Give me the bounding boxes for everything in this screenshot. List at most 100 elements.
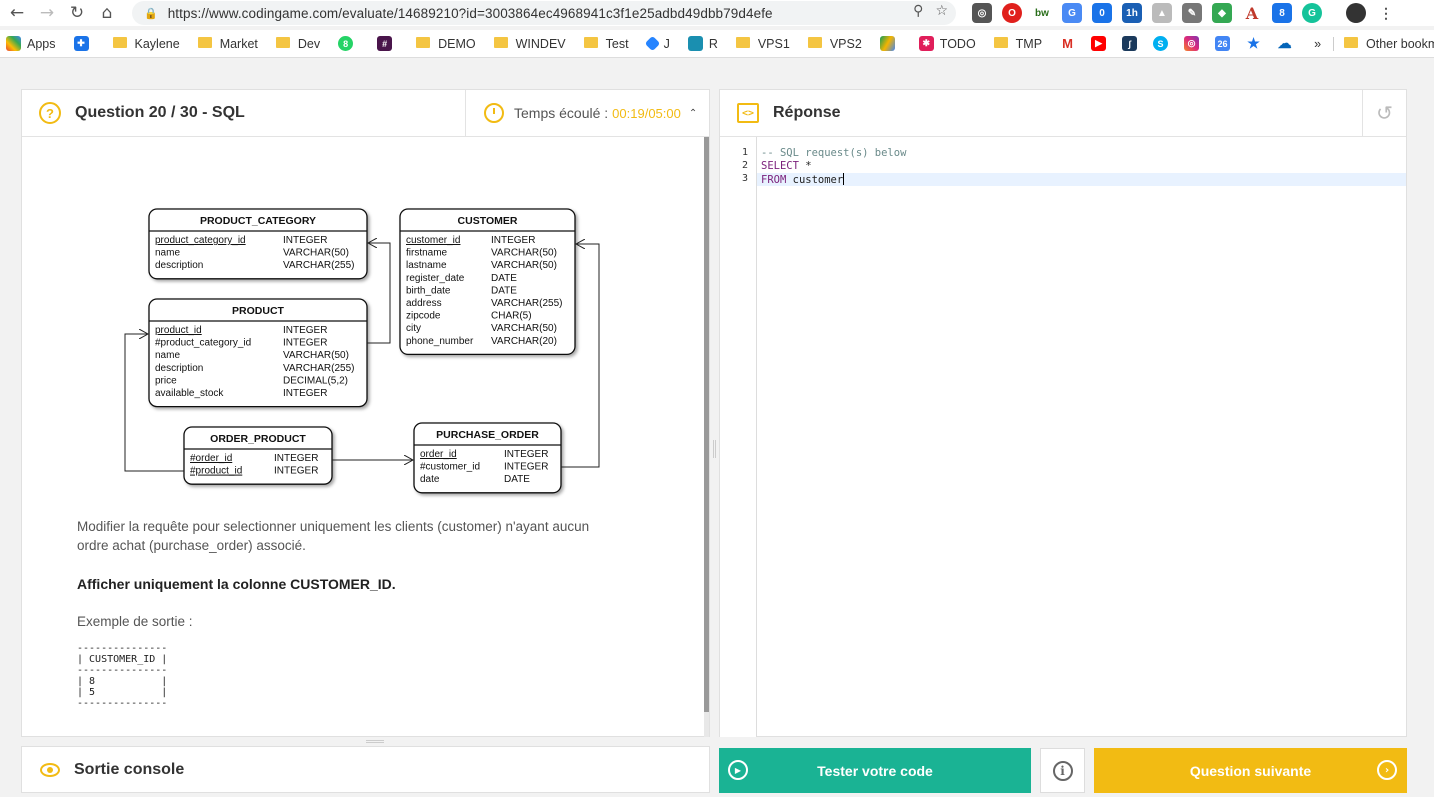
folder-icon bbox=[993, 37, 1008, 48]
jira-icon bbox=[644, 35, 660, 52]
erd-table-purchase-order: PURCHASE_ORDER order_id INTEGER #customer_i… bbox=[413, 422, 562, 494]
translate-icon[interactable]: G bbox=[1062, 3, 1082, 23]
bookmark-instagram[interactable]: ◎ bbox=[1184, 36, 1205, 51]
line-number: 2 bbox=[741, 160, 748, 171]
code-line[interactable]: SELECT * bbox=[761, 160, 812, 173]
next-question-button[interactable]: Question suivante › bbox=[1094, 748, 1407, 793]
extension-icon[interactable]: bw bbox=[1032, 3, 1052, 23]
bookmark-folder[interactable]: VPS1 bbox=[735, 37, 790, 51]
bookmark-other[interactable]: Other bookmarks bbox=[1333, 36, 1434, 51]
apps-grid-icon bbox=[6, 36, 21, 51]
erd-column-name: date bbox=[420, 474, 440, 485]
erd-column-type: INTEGER bbox=[504, 449, 548, 460]
info-button[interactable]: i bbox=[1040, 748, 1085, 793]
scrollbar[interactable] bbox=[704, 137, 709, 737]
scrollbar-thumb[interactable] bbox=[704, 137, 709, 712]
bookmark-jira[interactable]: J bbox=[644, 35, 670, 52]
erd-column-name: customer_id bbox=[406, 235, 460, 246]
bookmark-slack[interactable]: # bbox=[377, 36, 398, 51]
opera-icon[interactable]: O bbox=[1002, 3, 1022, 23]
example-label: Exemple de sortie : bbox=[77, 614, 193, 629]
bookmark-extension[interactable]: ✚ bbox=[73, 36, 95, 51]
question-description-line2: ordre achat (purchase_order) associé. bbox=[77, 538, 306, 553]
folder-icon bbox=[493, 37, 508, 48]
extension-icon[interactable]: ◆ bbox=[1212, 3, 1232, 23]
test-code-button[interactable]: ▶ Tester votre code bbox=[719, 748, 1031, 793]
console-resize-handle[interactable] bbox=[366, 740, 384, 743]
panel-resize-handle[interactable] bbox=[713, 440, 716, 458]
erd-column-type: DECIMAL(5,2) bbox=[283, 375, 348, 386]
bookmark-icon[interactable]: 8 bbox=[338, 36, 359, 51]
bookmark-apps[interactable]: Apps bbox=[6, 36, 56, 51]
bookmark-folder[interactable]: Kaylene bbox=[112, 37, 180, 51]
bookmark-drive[interactable] bbox=[879, 36, 901, 51]
bookmark-r[interactable]: R bbox=[687, 36, 718, 51]
erd-table-customer: CUSTOMER customer_id INTEGER firstname VARCH… bbox=[399, 208, 576, 356]
extension-icon[interactable]: 0 bbox=[1092, 3, 1112, 23]
code-icon: <> bbox=[737, 103, 759, 123]
folder-icon bbox=[1344, 37, 1359, 48]
next-question-label: Question suivante bbox=[1189, 762, 1312, 779]
erd-column-name: firstname bbox=[406, 248, 448, 259]
menu-icon[interactable]: ⋮ bbox=[1376, 3, 1396, 23]
code-token: * bbox=[798, 160, 812, 172]
code-line[interactable]: -- SQL request(s) below bbox=[761, 147, 906, 160]
erd-column-name: #order_id bbox=[190, 453, 232, 464]
timer[interactable]: Temps écoulé : 00:19/05:00 ⌃ bbox=[465, 90, 710, 136]
code-editor[interactable]: 1 2 3 -- SQL request(s) below SELECT * FROM … bbox=[720, 137, 1406, 737]
more-bookmarks[interactable]: » bbox=[1314, 37, 1321, 51]
bookmark-folder[interactable]: Dev bbox=[275, 37, 320, 51]
bookmark-star[interactable]: ★ bbox=[1246, 35, 1267, 51]
erd-column-name: name bbox=[155, 350, 180, 361]
star-icon: ★ bbox=[1246, 35, 1262, 51]
bookmark-folder[interactable]: TMP bbox=[993, 37, 1042, 51]
erd-column-type: INTEGER bbox=[504, 462, 548, 473]
chevron-up-icon[interactable]: ⌃ bbox=[689, 108, 697, 119]
avatar[interactable] bbox=[1346, 3, 1366, 23]
extension-icon[interactable]: A bbox=[1242, 3, 1262, 23]
erd-column-name: zipcode bbox=[406, 311, 441, 322]
bookmark-todo[interactable]: ✱ TODO bbox=[918, 36, 976, 51]
forward-icon[interactable]: → bbox=[32, 0, 62, 26]
erd-column-type: VARCHAR(20) bbox=[491, 336, 557, 347]
extension-icon[interactable]: 1h bbox=[1122, 3, 1142, 23]
bookmark-folder[interactable]: DEMO bbox=[416, 37, 476, 51]
zoom-icon[interactable]: ⚲ bbox=[913, 3, 923, 19]
bookmark-folder[interactable]: VPS2 bbox=[807, 37, 862, 51]
erd-table-title: PRODUCT_CATEGORY bbox=[200, 215, 316, 227]
bookmark-icon[interactable]: ∫ bbox=[1122, 36, 1143, 51]
reset-icon[interactable]: ↺ bbox=[1362, 90, 1406, 136]
line-number: 3 bbox=[741, 173, 748, 184]
console-panel[interactable]: Sortie console bbox=[21, 746, 710, 793]
folder-icon bbox=[807, 37, 822, 48]
bookmark-onedrive[interactable]: ☁ bbox=[1277, 35, 1298, 51]
bookmark-folder[interactable]: WINDEV bbox=[493, 37, 566, 51]
star-icon[interactable]: ☆ bbox=[935, 3, 948, 19]
bookmark-gmail[interactable]: M bbox=[1060, 36, 1081, 51]
example-output: --------------- | CUSTOMER_ID | --------… bbox=[77, 643, 168, 709]
bookmark-youtube[interactable]: ▶ bbox=[1091, 36, 1112, 51]
cloud-icon: ☁ bbox=[1277, 35, 1293, 51]
bookmark-folder[interactable]: Market bbox=[197, 37, 258, 51]
erd-column-name: description bbox=[155, 260, 203, 271]
bookmark-calendar[interactable]: 26 bbox=[1215, 36, 1236, 51]
erd-column-type: INTEGER bbox=[283, 235, 327, 246]
extension-icon[interactable]: ◎ bbox=[972, 3, 992, 23]
play-icon: ▶ bbox=[728, 760, 748, 780]
erd-table-title: ORDER_PRODUCT bbox=[210, 433, 306, 445]
bookmark-folder[interactable]: Test bbox=[583, 37, 629, 51]
url-text[interactable]: https://www.codingame.com/evaluate/14689… bbox=[168, 6, 773, 21]
back-icon[interactable]: ← bbox=[2, 0, 32, 26]
extension-icon[interactable]: 8 bbox=[1272, 3, 1292, 23]
home-icon[interactable]: ⌂ bbox=[92, 0, 122, 26]
bookmark-skype[interactable]: S bbox=[1153, 36, 1174, 51]
whatsapp-icon: 8 bbox=[338, 36, 354, 51]
address-bar[interactable]: 🔒 https://www.codingame.com/evaluate/146… bbox=[132, 1, 956, 25]
reload-icon[interactable]: ↻ bbox=[62, 0, 92, 26]
drive-icon[interactable]: ▲ bbox=[1152, 3, 1172, 23]
code-line[interactable]: FROM customer bbox=[761, 173, 845, 187]
grammarly-icon[interactable]: G bbox=[1302, 3, 1322, 23]
erd-table-product-category: PRODUCT_CATEGORY product_category_id INTEG… bbox=[148, 208, 368, 280]
erd-table-title: PRODUCT bbox=[232, 305, 285, 317]
eyedropper-icon[interactable]: ✎ bbox=[1182, 3, 1202, 23]
